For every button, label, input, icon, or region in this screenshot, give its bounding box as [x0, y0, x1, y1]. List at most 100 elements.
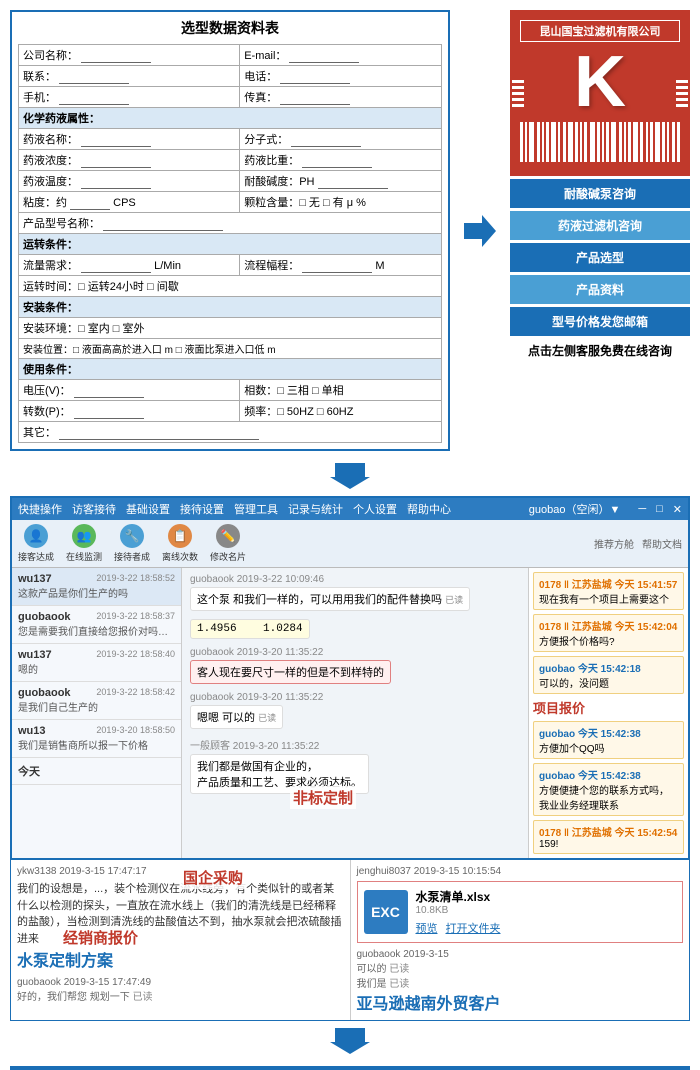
nav-lixian[interactable]: 📋 离线次数 [162, 524, 198, 563]
msg-bubble-1: 这个泵 和我们一样的，可以用用我们的配件替换吗 已读 [190, 587, 470, 611]
middle-arrow [0, 456, 700, 496]
product-info-btn[interactable]: 产品资料 [510, 275, 690, 304]
toolbar-bangzhu[interactable]: 帮助中心 [407, 501, 451, 517]
chem-props-header: 化学药液属性： [19, 108, 442, 129]
email-price-btn[interactable]: 型号价格发您邮箱 [510, 307, 690, 336]
barcode [520, 122, 680, 162]
chat-right-panel: 0178 ‖ 江苏盐城 今天 15:41:57 现在我有一个项目上需要这个 01… [528, 568, 688, 858]
file-box: EXC 水泵清单.xlsx 10.8KB 预览 打开文件夹 [357, 881, 684, 943]
user-status[interactable]: guobao（空闲）▼ [529, 501, 621, 517]
fax-field: 传真： [240, 87, 442, 108]
conv-item-wu137[interactable]: wu137 2019-3-22 18:58:52 这款产品是你们生产的吗 [12, 568, 181, 606]
hz-field: 频率：□ 50HZ □ 60HZ [240, 401, 442, 422]
running-cond-header: 运转条件： [19, 234, 442, 255]
values-bubble: 1.4956 1.0284 [190, 619, 310, 639]
install-pos-field: 安装位置：□ 液面高高於进入口 m □ 液面比泵进入口低 m [19, 339, 442, 359]
conv-item-guobaook2[interactable]: guobaook 2019-3-22 18:58:42 是我们自己生产的 [12, 682, 181, 720]
msg-block-5: 一般顾客 2019-3-20 11:35:22 我们都是做国有企业的，产品质量和… [190, 737, 520, 794]
right-msg-1: 0178 ‖ 江苏盐城 今天 15:41:57 现在我有一个项目上需要这个 [533, 572, 684, 610]
chat-nav: 👤 接客达成 👥 在线监测 🔧 接待者成 📋 离线次数 ✏️ 修改名片 推荐方舱 [12, 520, 688, 568]
right-msg-2: 0178 ‖ 江苏盐城 今天 15:42:04 方便报个价格吗? [533, 614, 684, 652]
flow-temp-field: 药液温度： [19, 171, 240, 192]
nav-jiedaichengji[interactable]: 👤 接客达成 [18, 524, 54, 563]
msg-bubble-5: 我们都是做国有企业的，产品质量和工艺、要求必须达标。 [190, 754, 369, 794]
toolbar-guanli[interactable]: 管理工具 [234, 501, 278, 517]
annotation-shuibeng: 水泵定制方案 [17, 947, 344, 971]
concentration-field: 药液浓度： [19, 150, 240, 171]
bottom-right-header: jenghui8037 2019-3-15 10:15:54 [357, 866, 684, 877]
company-name: 昆山国宝过滤机有限公司 [520, 20, 680, 42]
bottom-divider [10, 1066, 690, 1070]
particle-field: 颗粒含量：□ 无 □ 有 μ % [240, 192, 442, 213]
right-arrow-icon [462, 213, 498, 249]
drug-name-field: 药液名称： [19, 129, 240, 150]
install-cond-header: 安装条件： [19, 297, 442, 318]
other-field: 其它： [19, 422, 442, 443]
filter-consult-btn[interactable]: 药液过滤机咨询 [510, 211, 690, 240]
bottom-left: ykw3138 2019-3-15 17:47:17 我们的设想是，...，装个… [11, 860, 351, 1020]
conv-item-guobaook[interactable]: guobaook 2019-3-22 18:58:37 您是需要我们直接给您报价… [12, 606, 181, 644]
conv-item-today[interactable]: 今天 [12, 758, 181, 785]
bottom-section: ykw3138 2019-3-15 17:47:17 我们的设想是，...，装个… [10, 860, 690, 1021]
file-size: 10.8KB [416, 905, 677, 916]
search-doc-btn[interactable]: 帮助文档 [642, 536, 682, 551]
file-info: 水泵清单.xlsx 10.8KB 预览 打开文件夹 [416, 888, 677, 936]
install-env-field: 安装环境：□ 室内 □ 室外 [19, 318, 442, 339]
nav-icon-1: 👤 [24, 524, 48, 548]
ph-field: 耐酸碱度：PH [240, 171, 442, 192]
toolbar-geren[interactable]: 个人设置 [353, 501, 397, 517]
right-msg-6: 0178 ‖ 江苏盐城 今天 15:42:54 159! [533, 820, 684, 854]
max-btn[interactable]: □ [656, 503, 663, 515]
toolbar-fangke[interactable]: 访客接待 [72, 501, 116, 517]
open-folder-link[interactable]: 打开文件夹 [446, 920, 501, 936]
preview-link[interactable]: 预览 [416, 920, 438, 936]
company-field: 公司名称： [19, 45, 240, 66]
product-model-field: 产品型号名称： [19, 213, 442, 234]
file-actions: 预览 打开文件夹 [416, 920, 677, 936]
toolbar-jilu[interactable]: 记录与统计 [288, 501, 343, 517]
logo-left-bars [512, 12, 524, 174]
nav-icon-4: 📋 [168, 524, 192, 548]
arrow-right [460, 213, 500, 249]
bottom-left-header: ykw3138 2019-3-15 17:47:17 [17, 866, 344, 877]
annotation-amazon: 亚马逊越南外贸客户 [357, 990, 684, 1014]
product-select-btn[interactable]: 产品选型 [510, 243, 690, 272]
toolbar-jichu[interactable]: 基础设置 [126, 501, 170, 517]
min-btn[interactable]: ─ [638, 503, 646, 515]
logo-right-bars [676, 12, 688, 174]
conv-item-wu137-2[interactable]: wu137 2019-3-22 18:58:40 嗯的 [12, 644, 181, 682]
right-msg-4: guobao 今天 15:42:38 方便加个QQ吗 [533, 721, 684, 759]
molecule-field: 分子式： [240, 129, 442, 150]
usage-cond-header: 使用条件： [19, 359, 442, 380]
toolbar-jiedai[interactable]: 接待设置 [180, 501, 224, 517]
menu-buttons: 耐酸碱泵咨询 药液过滤机咨询 产品选型 产品资料 型号价格发您邮箱 [510, 179, 690, 336]
acid-consult-btn[interactable]: 耐酸碱泵咨询 [510, 179, 690, 208]
recommend-btn[interactable]: 推荐方舱 [594, 536, 634, 551]
right-msg-3: guobao 今天 15:42:18 可以的，没问题 [533, 656, 684, 694]
file-icon: EXC [364, 890, 408, 934]
chat-wrapper: 快捷操作 访客接待 基础设置 接待设置 管理工具 记录与统计 个人设置 帮助中心… [0, 496, 700, 860]
rpm-field: 转数(P)： [19, 401, 240, 422]
form-title: 选型数据资料表 [18, 18, 442, 38]
msg-block-4: guobaook 2019-3-20 11:35:22 嗯嗯 可以的 已读 [190, 692, 520, 729]
msg-block-3: guobaook 2019-3-20 11:35:22 客人现在要尺寸一样的但是… [190, 647, 520, 684]
bottom-left-msg: 我们的设想是，...，装个检测仪在流水线旁，有个类似针的或者某什么以检测的探头，… [17, 881, 344, 947]
nav-zaixian[interactable]: 👥 在线监测 [66, 524, 102, 563]
close-btn[interactable]: ✕ [673, 503, 682, 516]
consult-text: 点击左侧客服免费在线咨询 [510, 342, 690, 359]
msg-bubble-3: 客人现在要尺寸一样的但是不到样特的 [190, 660, 391, 684]
right-msg-5: guobao 今天 15:42:38 方便便捷个您的联系方式吗，我业业务经理联系 [533, 763, 684, 816]
toolbar-kuaijie[interactable]: 快捷操作 [18, 501, 62, 517]
bottom-right-footer: guobaook 2019-3-15 可以的 已读 我们是 已读 [357, 949, 684, 990]
nav-mingpian[interactable]: ✏️ 修改名片 [210, 524, 246, 563]
phone-field: 电话： [240, 66, 442, 87]
range-field: 流程幅程： M [240, 255, 442, 276]
chat-body: wu137 2019-3-22 18:58:52 这款产品是你们生产的吗 guo… [12, 568, 688, 858]
nav-jiedaizhe[interactable]: 🔧 接待者成 [114, 524, 150, 563]
chat-right-icons: 推荐方舱 帮助文档 [594, 536, 682, 551]
run-time-field: 运转时间：□ 运转24小时 □ 间歇 [19, 276, 442, 297]
conv-item-wu13[interactable]: wu13 2019-3-20 18:58:50 我们是销售商所以报一下价格 [12, 720, 181, 758]
form-table: 公司名称： E-mail： 联系： 电话： [18, 44, 442, 443]
msg-block-1: guobaook 2019-3-22 10:09:46 这个泵 和我们一样的，可… [190, 574, 520, 611]
form-panel: 选型数据资料表 公司名称： E-mail： 联系： 电话： [10, 10, 450, 451]
